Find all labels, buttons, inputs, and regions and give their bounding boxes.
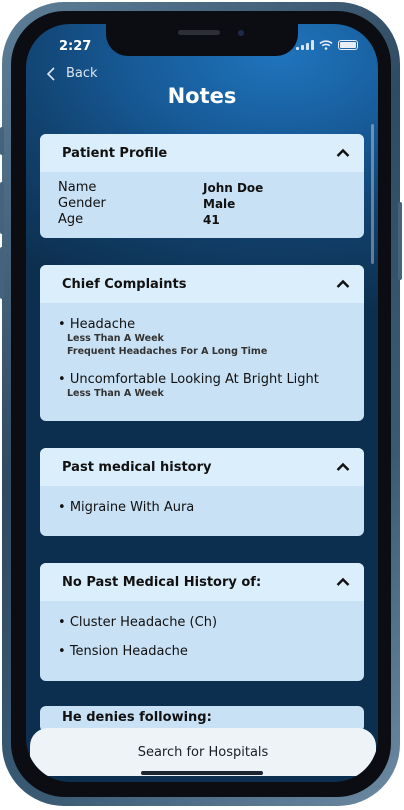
volume-down-button bbox=[0, 247, 4, 299]
complaint-detail: Less Than A Week bbox=[67, 333, 164, 344]
chevron-left-icon bbox=[46, 66, 55, 81]
card-title: He denies following: bbox=[62, 710, 212, 725]
list-item: Cluster Headache (Ch) bbox=[58, 615, 346, 630]
battery-icon bbox=[338, 40, 358, 50]
profile-label: Name bbox=[58, 180, 97, 195]
complaint-name: Headache bbox=[58, 317, 346, 332]
mute-switch bbox=[0, 127, 4, 155]
speaker-grille bbox=[178, 30, 220, 35]
back-button[interactable]: Back bbox=[46, 66, 98, 81]
history-item: Tension Headache bbox=[58, 644, 346, 659]
profile-value: John Doe bbox=[203, 181, 264, 195]
scrollbar[interactable] bbox=[371, 124, 374, 264]
volume-up-button bbox=[0, 182, 4, 234]
search-hospitals-button[interactable]: Search for Hospitals bbox=[30, 728, 376, 776]
history-item: Migraine With Aura bbox=[58, 500, 346, 515]
signal-icon bbox=[296, 40, 314, 50]
chief-complaints-header[interactable]: Chief Complaints bbox=[40, 265, 364, 303]
chevron-up-icon[interactable] bbox=[336, 462, 350, 472]
complaint-name: Uncomfortable Looking At Bright Light bbox=[58, 372, 346, 387]
card-title: No Past Medical History of: bbox=[62, 574, 262, 590]
notch bbox=[106, 24, 298, 56]
no-past-history-card: No Past Medical History of: Cluster Head… bbox=[40, 563, 364, 681]
patient-profile-header[interactable]: Patient Profile bbox=[40, 134, 364, 172]
card-title: Patient Profile bbox=[62, 145, 168, 161]
list-item: Migraine With Aura bbox=[58, 500, 346, 515]
complaint-detail: Less Than A Week bbox=[67, 388, 164, 399]
profile-label: Age bbox=[58, 212, 84, 227]
history-item: Cluster Headache (Ch) bbox=[58, 615, 346, 630]
chevron-up-icon[interactable] bbox=[336, 148, 350, 158]
no-past-history-header[interactable]: No Past Medical History of: bbox=[40, 563, 364, 601]
chief-complaints-card: Chief Complaints Headache Less Than A We… bbox=[40, 265, 364, 421]
home-indicator[interactable] bbox=[141, 771, 263, 775]
list-item: Headache Less Than A Week Frequent Heada… bbox=[58, 317, 346, 358]
front-camera bbox=[238, 30, 244, 36]
status-time: 2:27 bbox=[59, 39, 92, 54]
wifi-icon bbox=[319, 40, 333, 50]
card-title: Past medical history bbox=[62, 459, 212, 475]
list-item: Uncomfortable Looking At Bright Light Le… bbox=[58, 372, 346, 400]
profile-value: Male bbox=[203, 197, 236, 211]
status-icons bbox=[296, 40, 358, 50]
list-item: Tension Headache bbox=[58, 644, 346, 659]
profile-value: 41 bbox=[203, 213, 220, 227]
past-medical-history-card: Past medical history Migraine With Aura bbox=[40, 448, 364, 536]
profile-label: Gender bbox=[58, 196, 106, 211]
back-label: Back bbox=[66, 66, 98, 81]
chevron-up-icon[interactable] bbox=[336, 577, 350, 587]
screen: 2:27 Back Notes Patient Profile Name Joh… bbox=[26, 24, 378, 782]
past-medical-history-header[interactable]: Past medical history bbox=[40, 448, 364, 486]
page-title: Notes bbox=[167, 84, 237, 108]
patient-profile-card: Patient Profile Name John Doe Gender Mal… bbox=[40, 134, 364, 238]
card-title: Chief Complaints bbox=[62, 276, 187, 292]
complaint-detail: Frequent Headaches For A Long Time bbox=[67, 346, 268, 357]
chevron-up-icon[interactable] bbox=[336, 279, 350, 289]
power-button bbox=[398, 202, 402, 280]
